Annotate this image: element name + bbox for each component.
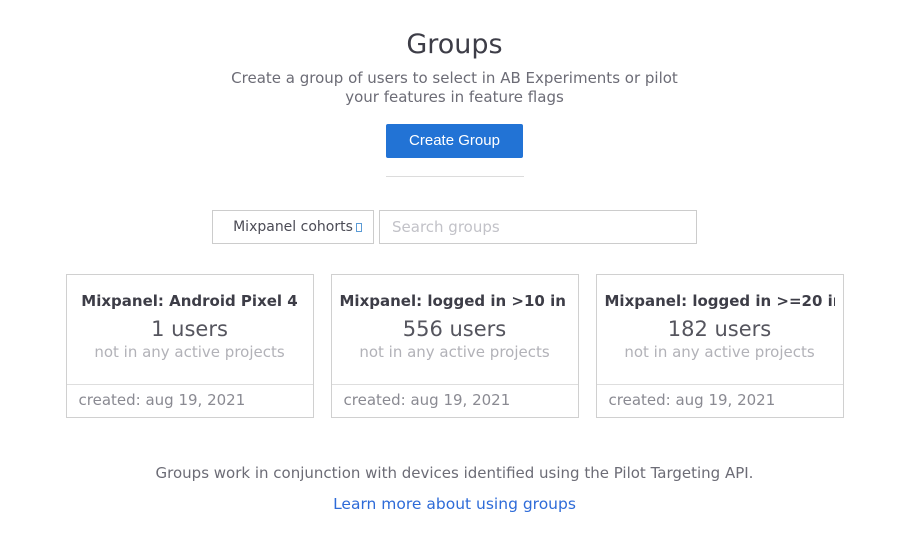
groups-page: Groups Create a group of users to select…: [0, 0, 909, 558]
learn-more-link[interactable]: Learn more about using groups: [333, 495, 576, 513]
group-card-body: Mixpanel: logged in >=20 in last 30... 1…: [597, 275, 843, 384]
group-card-body: Mixpanel: Android Pixel 4 1 users not in…: [67, 275, 313, 384]
group-card-created-date: created: aug 19, 2021: [67, 384, 313, 417]
page-subtitle: Create a group of users to select in AB …: [230, 69, 680, 107]
group-card-created-date: created: aug 19, 2021: [597, 384, 843, 417]
section-divider: [386, 176, 524, 177]
group-card-user-count: 182 users: [605, 317, 835, 341]
dropdown-box-icon: [356, 223, 362, 232]
search-groups-input[interactable]: [379, 210, 697, 244]
group-card[interactable]: Mixpanel: Android Pixel 4 1 users not in…: [66, 274, 314, 418]
filter-row: Mixpanel cohorts: [0, 210, 909, 244]
group-card-title: Mixpanel: Android Pixel 4: [75, 292, 305, 310]
group-card-project-note: not in any active projects: [75, 343, 305, 361]
create-group-button[interactable]: Create Group: [386, 124, 523, 158]
group-card-user-count: 1 users: [75, 317, 305, 341]
group-card-project-note: not in any active projects: [605, 343, 835, 361]
group-card[interactable]: Mixpanel: logged in >=20 in last 30... 1…: [596, 274, 844, 418]
cohort-source-selected-value: Mixpanel cohorts: [233, 219, 353, 235]
group-card-body: Mixpanel: logged in >10 in last 30 ... 5…: [332, 275, 578, 384]
page-title: Groups: [0, 28, 909, 62]
group-card-created-date: created: aug 19, 2021: [332, 384, 578, 417]
group-card-project-note: not in any active projects: [340, 343, 570, 361]
group-card[interactable]: Mixpanel: logged in >10 in last 30 ... 5…: [331, 274, 579, 418]
group-card-title: Mixpanel: logged in >=20 in last 30...: [605, 292, 835, 310]
cohort-source-dropdown[interactable]: Mixpanel cohorts: [212, 210, 374, 244]
pilot-api-info-text: Groups work in conjunction with devices …: [0, 464, 909, 482]
group-card-title: Mixpanel: logged in >10 in last 30 ...: [340, 292, 570, 310]
group-card-user-count: 556 users: [340, 317, 570, 341]
group-cards-row: Mixpanel: Android Pixel 4 1 users not in…: [0, 274, 909, 418]
